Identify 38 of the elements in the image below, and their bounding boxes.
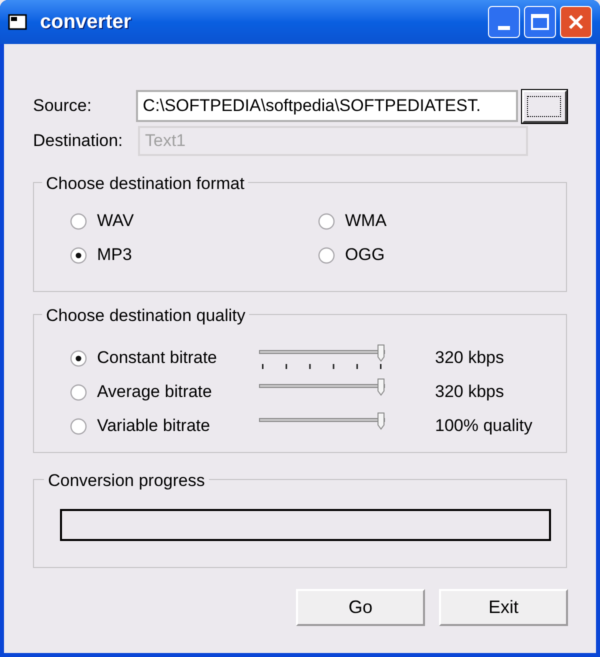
slider-track[interactable] bbox=[259, 412, 385, 430]
slider-thumb[interactable] bbox=[377, 378, 385, 396]
option-label: Constant bitrate bbox=[97, 347, 218, 370]
bitrate-reading: 320 kbps bbox=[435, 347, 504, 370]
minimize-button[interactable] bbox=[488, 6, 520, 38]
dialog-button[interactable]: Go bbox=[296, 589, 425, 626]
maximize-icon bbox=[531, 14, 549, 30]
minimize-icon bbox=[498, 26, 510, 30]
radio-button[interactable] bbox=[318, 212, 335, 230]
radio-button[interactable] bbox=[70, 212, 87, 230]
radio-button[interactable] bbox=[70, 246, 87, 264]
close-button[interactable] bbox=[560, 6, 592, 38]
focus-rectangle bbox=[527, 96, 562, 116]
radio-button[interactable] bbox=[70, 384, 87, 400]
slider-thumb[interactable] bbox=[377, 412, 385, 430]
option-label: MP3 bbox=[97, 244, 132, 266]
source-field[interactable]: C:\SOFTPEDIA\softpedia\SOFTPEDIATEST. bbox=[136, 90, 518, 122]
slider-track[interactable] bbox=[259, 378, 385, 396]
radio-button[interactable] bbox=[70, 418, 87, 434]
radio-button[interactable] bbox=[70, 350, 87, 366]
destination-label: Destination: bbox=[33, 130, 124, 152]
option-label: WMA bbox=[345, 210, 387, 232]
close-icon bbox=[568, 14, 584, 30]
bitrate-reading: 320 kbps bbox=[435, 381, 504, 404]
radio-button[interactable] bbox=[318, 246, 335, 264]
dialog-button[interactable]: Exit bbox=[439, 589, 568, 626]
bitrate-reading: 100% quality bbox=[435, 415, 532, 438]
option-label: Variable bitrate bbox=[97, 415, 212, 438]
window-icon bbox=[8, 13, 28, 31]
option-label: WAV bbox=[97, 210, 134, 232]
browse-button[interactable] bbox=[522, 90, 567, 122]
window-title: converter bbox=[40, 10, 132, 35]
option-label: Average bitrate bbox=[97, 381, 213, 404]
maximize-button[interactable] bbox=[524, 6, 556, 38]
slider-thumb[interactable] bbox=[377, 344, 385, 362]
slider-track[interactable] bbox=[259, 344, 385, 362]
option-label: OGG bbox=[345, 244, 385, 266]
source-label: Source: bbox=[33, 95, 93, 118]
